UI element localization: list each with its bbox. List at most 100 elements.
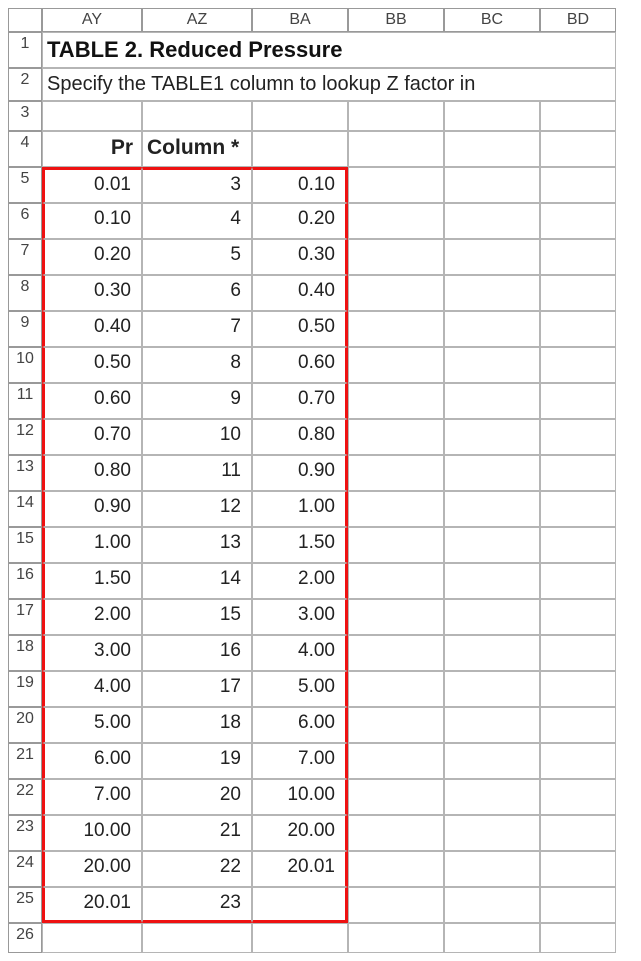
row-header-18[interactable]: 18 [8, 635, 42, 671]
cell-next-10[interactable]: 0.60 [252, 347, 348, 383]
cell-next-11[interactable]: 0.70 [252, 383, 348, 419]
cell-next-20[interactable]: 6.00 [252, 707, 348, 743]
col-header-BC[interactable]: BC [444, 8, 540, 32]
cell-col-9[interactable]: 7 [142, 311, 252, 347]
cell-col-10[interactable]: 8 [142, 347, 252, 383]
title-cell[interactable]: TABLE 2. Reduced Pressure [42, 32, 616, 68]
cell-r4-c5[interactable] [540, 131, 616, 167]
subtitle-cell[interactable]: Specify the TABLE1 column to lookup Z fa… [42, 68, 616, 101]
cell-next-5[interactable]: 0.10 [252, 167, 348, 203]
cell-col-20[interactable]: 18 [142, 707, 252, 743]
row-header-21[interactable]: 21 [8, 743, 42, 779]
cell-pr-16[interactable]: 1.50 [42, 563, 142, 599]
row-header-22[interactable]: 22 [8, 779, 42, 815]
cell-r3-c3[interactable] [348, 101, 444, 131]
cell-r26-c1[interactable] [142, 923, 252, 953]
cell-next-21[interactable]: 7.00 [252, 743, 348, 779]
cell-next-12[interactable]: 0.80 [252, 419, 348, 455]
cell-r22-blank0[interactable] [348, 779, 444, 815]
cell-r25-blank1[interactable] [444, 887, 540, 923]
cell-r12-blank0[interactable] [348, 419, 444, 455]
row-header-8[interactable]: 8 [8, 275, 42, 311]
cell-col-5[interactable]: 3 [142, 167, 252, 203]
row-header-19[interactable]: 19 [8, 671, 42, 707]
col-header-BA[interactable]: BA [252, 8, 348, 32]
row-header-10[interactable]: 10 [8, 347, 42, 383]
cell-next-7[interactable]: 0.30 [252, 239, 348, 275]
cell-pr-15[interactable]: 1.00 [42, 527, 142, 563]
cell-r21-blank1[interactable] [444, 743, 540, 779]
cell-r4-c3[interactable] [348, 131, 444, 167]
col-header-AZ[interactable]: AZ [142, 8, 252, 32]
cell-r10-blank1[interactable] [444, 347, 540, 383]
cell-r25-blank2[interactable] [540, 887, 616, 923]
cell-r9-blank1[interactable] [444, 311, 540, 347]
cell-pr-22[interactable]: 7.00 [42, 779, 142, 815]
cell-r17-blank2[interactable] [540, 599, 616, 635]
cell-r14-blank0[interactable] [348, 491, 444, 527]
cell-r26-c0[interactable] [42, 923, 142, 953]
cell-pr-5[interactable]: 0.01 [42, 167, 142, 203]
row-header-26[interactable]: 26 [8, 923, 42, 953]
cell-r9-blank2[interactable] [540, 311, 616, 347]
col-header-BB[interactable]: BB [348, 8, 444, 32]
row-header-5[interactable]: 5 [8, 167, 42, 203]
cell-r6-blank0[interactable] [348, 203, 444, 239]
cell-r15-blank1[interactable] [444, 527, 540, 563]
cell-r11-blank1[interactable] [444, 383, 540, 419]
cell-col-16[interactable]: 14 [142, 563, 252, 599]
cell-r16-blank1[interactable] [444, 563, 540, 599]
cell-r11-blank2[interactable] [540, 383, 616, 419]
cell-next-15[interactable]: 1.50 [252, 527, 348, 563]
cell-col-11[interactable]: 9 [142, 383, 252, 419]
cell-pr-11[interactable]: 0.60 [42, 383, 142, 419]
cell-next-19[interactable]: 5.00 [252, 671, 348, 707]
cell-r3-c1[interactable] [142, 101, 252, 131]
cell-r14-blank2[interactable] [540, 491, 616, 527]
cell-col-15[interactable]: 13 [142, 527, 252, 563]
cell-next-16[interactable]: 2.00 [252, 563, 348, 599]
cell-col-21[interactable]: 19 [142, 743, 252, 779]
row-header-14[interactable]: 14 [8, 491, 42, 527]
cell-r26-c5[interactable] [540, 923, 616, 953]
row-header-17[interactable]: 17 [8, 599, 42, 635]
cell-r4-c2[interactable] [252, 131, 348, 167]
cell-r8-blank0[interactable] [348, 275, 444, 311]
cell-r20-blank2[interactable] [540, 707, 616, 743]
cell-r13-blank1[interactable] [444, 455, 540, 491]
cell-r14-blank1[interactable] [444, 491, 540, 527]
cell-r26-c3[interactable] [348, 923, 444, 953]
cell-next-18[interactable]: 4.00 [252, 635, 348, 671]
cell-pr-19[interactable]: 4.00 [42, 671, 142, 707]
cell-next-25[interactable] [252, 887, 348, 923]
cell-r20-blank1[interactable] [444, 707, 540, 743]
cell-r7-blank2[interactable] [540, 239, 616, 275]
cell-r5-blank1[interactable] [444, 167, 540, 203]
col-header-BD[interactable]: BD [540, 8, 616, 32]
cell-next-6[interactable]: 0.20 [252, 203, 348, 239]
cell-pr-13[interactable]: 0.80 [42, 455, 142, 491]
cell-col-13[interactable]: 11 [142, 455, 252, 491]
cell-r26-c4[interactable] [444, 923, 540, 953]
row-header-3[interactable]: 3 [8, 101, 42, 131]
cell-r12-blank1[interactable] [444, 419, 540, 455]
spreadsheet-grid[interactable]: AYAZBABBBCBD1TABLE 2. Reduced Pressure2S… [8, 8, 633, 953]
cell-r13-blank0[interactable] [348, 455, 444, 491]
cell-r22-blank2[interactable] [540, 779, 616, 815]
row-header-12[interactable]: 12 [8, 419, 42, 455]
cell-r6-blank2[interactable] [540, 203, 616, 239]
cell-r18-blank2[interactable] [540, 635, 616, 671]
cell-pr-12[interactable]: 0.70 [42, 419, 142, 455]
cell-r19-blank2[interactable] [540, 671, 616, 707]
cell-r12-blank2[interactable] [540, 419, 616, 455]
row-header-11[interactable]: 11 [8, 383, 42, 419]
row-header-4[interactable]: 4 [8, 131, 42, 167]
row-header-9[interactable]: 9 [8, 311, 42, 347]
cell-next-13[interactable]: 0.90 [252, 455, 348, 491]
cell-r3-c0[interactable] [42, 101, 142, 131]
row-header-1[interactable]: 1 [8, 32, 42, 68]
row-header-2[interactable]: 2 [8, 68, 42, 101]
row-header-20[interactable]: 20 [8, 707, 42, 743]
cell-r15-blank0[interactable] [348, 527, 444, 563]
cell-pr-8[interactable]: 0.30 [42, 275, 142, 311]
